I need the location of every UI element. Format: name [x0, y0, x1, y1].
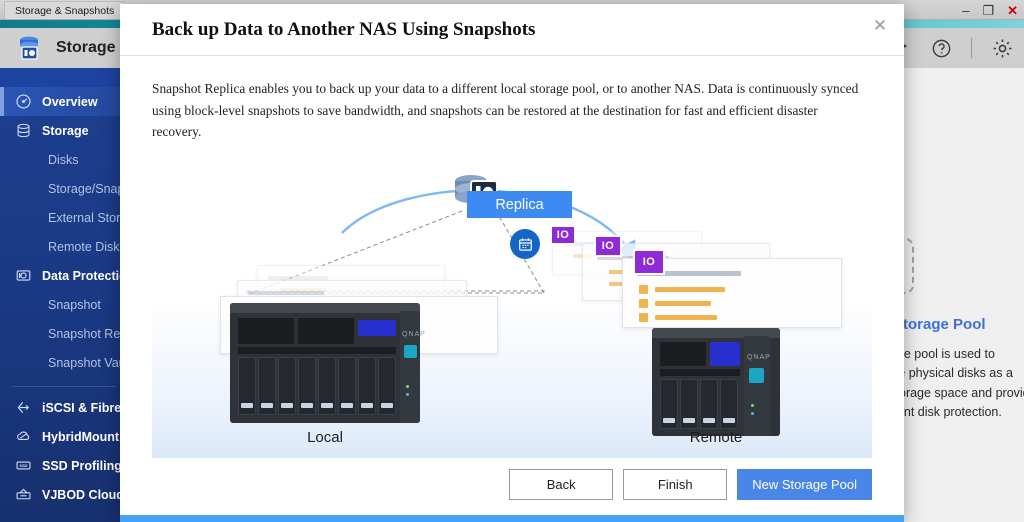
- sidebar-divider: [12, 386, 116, 387]
- remote-nas-device: QNAP: [652, 328, 780, 437]
- sidebar-item-storage[interactable]: Storage: [0, 116, 128, 145]
- local-nas-device: QNAP: [230, 303, 425, 424]
- sidebar-item-label: Data Protection: [42, 268, 128, 283]
- cloud-mount-icon: [14, 427, 33, 446]
- sidebar-item-label: VJBOD Cloud: [42, 487, 124, 502]
- settings-gear-icon[interactable]: [990, 36, 1014, 60]
- vjbod-cloud-icon: [14, 485, 33, 504]
- sidebar-item-snapshot-replica[interactable]: Snapshot Replica: [0, 319, 128, 348]
- dialog-title: Back up Data to Another NAS Using Snapsh…: [152, 18, 536, 40]
- help-icon[interactable]: [929, 36, 953, 60]
- dialog-body: Snapshot Replica enables you to back up …: [120, 56, 904, 459]
- close-icon[interactable]: ✕: [868, 14, 892, 38]
- sidebar: Overview Storage Disks Storage/Snapshots…: [0, 68, 128, 522]
- sidebar-item-storage-snapshots[interactable]: Storage/Snapshots: [0, 174, 128, 203]
- dialog-header: Back up Data to Another NAS Using Snapsh…: [120, 4, 904, 56]
- disk-stack-icon: [14, 121, 33, 140]
- sidebar-item-ssd-profiling-tool[interactable]: SSD SSD Profiling Tool: [0, 451, 128, 480]
- schedule-calendar-icon: [510, 229, 540, 260]
- local-label: Local: [307, 429, 343, 447]
- replica-illustration: Replica IO IO IO QNAP Local QNAP Remote: [152, 163, 872, 459]
- snapshot-badge-2: IO: [594, 235, 622, 258]
- sidebar-item-label: SSD Profiling Tool: [42, 458, 128, 473]
- snapshot-badge-1: IO: [550, 225, 576, 246]
- nas-brand-local: QNAP: [402, 331, 426, 339]
- dialog-description: Snapshot Replica enables you to back up …: [152, 81, 859, 140]
- dialog-bottom-accent: [120, 515, 904, 522]
- back-button[interactable]: Back: [509, 468, 614, 500]
- screen: Storage & Snapshots – ❐ ✕ Storage & Snap…: [0, 0, 1024, 522]
- gauge-icon: [14, 92, 33, 111]
- toolbar-divider: [971, 38, 972, 58]
- sidebar-item-data-protection[interactable]: Data Protection: [0, 261, 128, 290]
- sidebar-item-disks[interactable]: Disks: [0, 145, 128, 174]
- sidebar-item-label: iSCSI & Fibre Channel: [42, 400, 128, 415]
- window-controls: – ❐ ✕: [962, 0, 1018, 20]
- ssd-icon: SSD: [14, 456, 33, 475]
- new-storage-pool-button[interactable]: New Storage Pool: [737, 468, 872, 500]
- sidebar-item-overview[interactable]: Overview: [0, 87, 128, 116]
- remote-label: Remote: [689, 429, 743, 447]
- sidebar-item-snapshot-vault[interactable]: Snapshot Vault: [0, 348, 128, 377]
- sidebar-item-iscsi-fibre-channel[interactable]: iSCSI & Fibre Channel: [0, 393, 128, 422]
- sidebar-item-label: HybridMount: [42, 429, 120, 444]
- app-header-tools: [887, 28, 1014, 68]
- close-icon[interactable]: ✕: [1007, 4, 1018, 17]
- replica-badge: Replica: [467, 191, 572, 219]
- sidebar-item-hybridmount[interactable]: HybridMount: [0, 422, 128, 451]
- sidebar-item-remote-disk[interactable]: Remote Disk: [0, 232, 128, 261]
- dialog-footer: Back Finish New Storage Pool: [120, 468, 904, 500]
- sidebar-item-label: Overview: [42, 94, 98, 109]
- finish-button[interactable]: Finish: [623, 468, 728, 500]
- snapshot-badge-3: IO: [633, 249, 665, 276]
- sidebar-item-external-storage[interactable]: External Storage: [0, 203, 128, 232]
- camera-icon: [14, 266, 33, 285]
- taskbar-window-tab[interactable]: Storage & Snapshots: [4, 1, 126, 19]
- sidebar-item-label: Storage: [42, 123, 89, 138]
- sidebar-item-vjbod-cloud[interactable]: VJBOD Cloud: [0, 480, 128, 509]
- maximize-icon[interactable]: ❐: [982, 4, 994, 17]
- minimize-icon[interactable]: –: [962, 4, 969, 17]
- nas-brand-remote: QNAP: [747, 354, 771, 362]
- sidebar-item-snapshot[interactable]: Snapshot: [0, 290, 128, 319]
- sidebar-top-strip: [0, 68, 128, 87]
- snapshot-replica-dialog: Back up Data to Another NAS Using Snapsh…: [120, 4, 904, 522]
- iscsi-icon: [14, 398, 33, 417]
- svg-text:SSD: SSD: [19, 463, 27, 468]
- storage-snapshot-icon: [16, 35, 44, 61]
